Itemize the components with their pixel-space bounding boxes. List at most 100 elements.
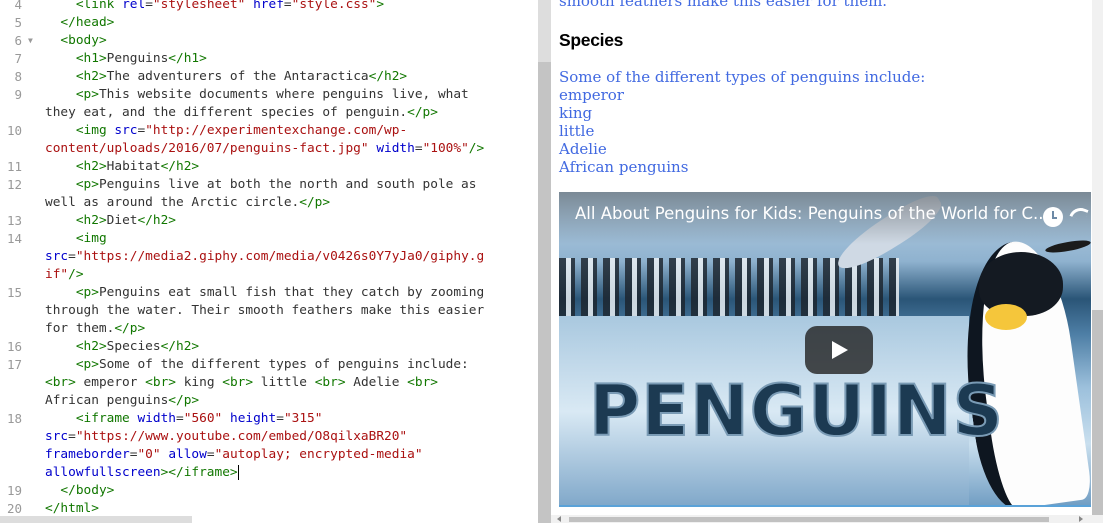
code-token: </h2>: [137, 213, 177, 228]
code-token: <p>: [75, 87, 99, 102]
preview-vertical-scrollbar[interactable]: [1092, 0, 1103, 515]
code-token: rel: [122, 0, 146, 12]
line-number: 16: [6, 339, 22, 354]
code-token: <iframe: [75, 411, 130, 426]
video-border: [559, 505, 1091, 507]
diet-paragraph-tail: smooth feathers make this easier for the…: [559, 0, 888, 10]
code-line[interactable]: 16 <h2>Species</h2>: [7, 338, 525, 356]
code-line[interactable]: 4 <link rel="stylesheet" href="style.css…: [14, 0, 525, 14]
code-token: </html>: [45, 501, 99, 516]
fold-arrow-icon[interactable]: ▼: [28, 32, 33, 50]
code-token: =: [414, 141, 423, 156]
scroll-right-arrow-icon[interactable]: [1079, 516, 1083, 522]
code-token: little: [253, 375, 315, 390]
code-row: <body>: [45, 32, 525, 50]
line-number: 11: [6, 159, 22, 174]
video-title-link[interactable]: All About Penguins for Kids: Penguins of…: [575, 204, 1049, 223]
code-line[interactable]: 7 <h1>Penguins</h1>: [14, 50, 525, 68]
line-number: 17: [6, 357, 22, 372]
line-number: 7: [14, 51, 22, 66]
code-token: href: [253, 0, 284, 12]
code-token: <br>: [314, 375, 346, 390]
code-line[interactable]: 14 <img src="https://media2.giphy.com/med…: [7, 230, 525, 284]
code-line[interactable]: 15 <p>Penguins eat small fish that they …: [7, 284, 525, 338]
code-line[interactable]: 12 <p>Penguins live at both the north an…: [7, 176, 525, 212]
code-token: allow: [168, 447, 207, 462]
code-editor[interactable]: 4 <link rel="stylesheet" href="style.css…: [0, 0, 538, 523]
code-line[interactable]: 6 ▼ <body>: [14, 32, 525, 50]
code-token: "style.css": [291, 0, 377, 12]
code-line[interactable]: 17 <p>Some of the different types of pen…: [7, 356, 525, 410]
code-token: <img: [75, 231, 107, 246]
code-row: <img: [45, 230, 525, 248]
code-area[interactable]: 4 <link rel="stylesheet" href="style.css…: [7, 0, 525, 518]
code-token: "stylesheet": [152, 0, 246, 12]
code-token: "0": [137, 447, 161, 462]
preview-horizontal-scroll-thumb[interactable]: [569, 517, 1049, 522]
code-row: <iframe width="560" height="315": [45, 410, 525, 428]
code-token: width: [376, 141, 415, 156]
code-row: <br> emperor <br> king <br> little <br> …: [45, 374, 525, 392]
code-row: allowfullscreen></iframe>: [45, 464, 525, 482]
clock-icon[interactable]: [1043, 207, 1063, 227]
code-row: <h2>The adventurers of the Antaractica</…: [45, 68, 525, 86]
code-token: ></iframe>: [160, 465, 238, 480]
line-number: 9: [14, 87, 22, 102]
code-line[interactable]: 9 <p>This website documents where pengui…: [14, 86, 525, 122]
code-row: if"/>: [45, 266, 525, 284]
code-line[interactable]: 11 <h2>Habitat</h2>: [7, 158, 525, 176]
code-row: <p>Penguins live at both the north and s…: [45, 176, 525, 194]
preview-horizontal-scrollbar[interactable]: [551, 515, 1103, 523]
code-token: This website documents where penguins li…: [98, 87, 469, 102]
code-token: <p>: [75, 285, 99, 300]
line-number: 5: [14, 15, 22, 30]
code-line[interactable]: 8 <h2>The adventurers of the Antaractica…: [14, 68, 525, 86]
code-row: src="https://www.youtube.com/embed/O8qil…: [45, 428, 525, 446]
code-row: for them.</p>: [45, 320, 525, 338]
code-token: content/uploads/2016/07/penguins-fact.jp…: [45, 141, 369, 156]
penguins-wordmark: PENGUINS: [588, 369, 1005, 453]
code-row: frameborder="0" allow="autoplay; encrypt…: [45, 446, 525, 464]
code-token: <h1>: [75, 51, 107, 66]
editor-horizontal-scrollbar[interactable]: [0, 516, 192, 523]
code-line[interactable]: 13 <h2>Diet</h2>: [7, 212, 525, 230]
code-line[interactable]: 10 <img src="http://experimentexchange.c…: [7, 122, 525, 158]
code-token: king: [176, 375, 223, 390]
code-line[interactable]: 5 </head>: [14, 14, 525, 32]
pane-splitter[interactable]: [538, 0, 551, 523]
code-token: emperor: [75, 375, 146, 390]
species-item-little: little: [559, 122, 595, 140]
code-token: <body>: [60, 33, 107, 48]
code-token: Penguins live at both the north and sout…: [98, 177, 477, 192]
code-token: </h2>: [160, 159, 200, 174]
code-token: <p>: [75, 177, 99, 192]
line-number: 12: [6, 177, 22, 192]
code-token: </p>: [114, 321, 146, 336]
play-icon[interactable]: [805, 326, 873, 374]
youtube-embed[interactable]: All About Penguins for Kids: Penguins of…: [559, 192, 1091, 507]
code-token: <link: [75, 0, 115, 12]
preview-vertical-scroll-thumb[interactable]: [1092, 310, 1103, 515]
code-row: </body>: [45, 482, 525, 500]
code-token: </h2>: [368, 69, 408, 84]
code-token: Penguins eat small fish that they catch …: [98, 285, 485, 300]
code-token: if": [45, 267, 69, 282]
code-token: </body>: [60, 483, 115, 498]
preview-pane[interactable]: smooth feathers make this easier for the…: [551, 0, 1103, 523]
code-token: <br>: [45, 375, 76, 390]
splitter-scroll-thumb[interactable]: [538, 62, 551, 523]
species-heading: Species: [559, 30, 624, 50]
code-row: </head>: [45, 14, 525, 32]
code-token: <img: [75, 123, 107, 138]
code-token: </head>: [60, 15, 115, 30]
code-line[interactable]: 19 </body>: [7, 482, 525, 500]
code-line[interactable]: 18 <iframe width="560" height="315" src="…: [7, 410, 525, 482]
scroll-left-arrow-icon[interactable]: [557, 516, 561, 522]
species-intro: Some of the different types of penguins …: [559, 68, 926, 86]
